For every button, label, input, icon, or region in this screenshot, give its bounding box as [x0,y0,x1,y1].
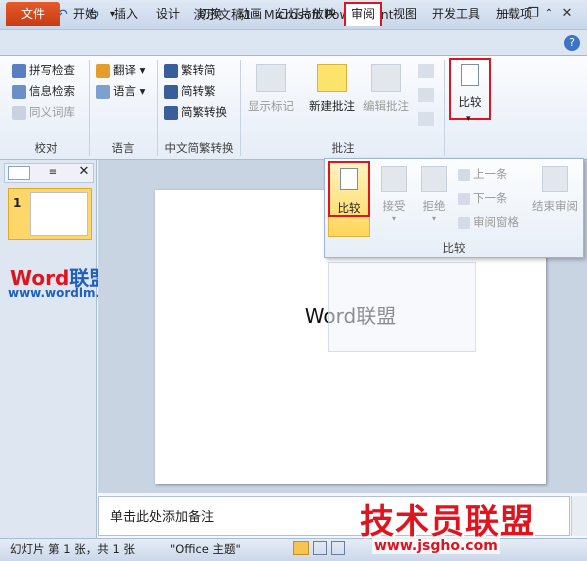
next-change-button[interactable]: 下一条 [458,188,508,208]
thesaurus-label: 同义词库 [29,105,75,119]
simp-to-trad-label: 简转繁 [181,84,216,98]
spell-check-label: 拼写检查 [29,63,75,77]
simp-to-trad-button[interactable]: 简转繁 [164,81,216,101]
show-markup-button[interactable]: 显示标记 [245,62,297,118]
chinese-conversion-label: 简繁转换 [181,105,227,119]
reject-icon [421,166,447,192]
end-review-icon [542,166,568,192]
compare-label: 比较 [458,95,482,109]
thesaurus-button[interactable]: 同义词库 [12,102,75,122]
simp-to-trad-icon [164,84,178,99]
reviewing-pane-label: 审阅窗格 [473,215,519,229]
translate-icon [96,63,110,78]
reviewing-pane-icon [458,216,470,229]
compare-dropdown-button[interactable]: 比较 [449,58,491,120]
tab-insert[interactable]: 插入 [109,3,143,25]
tab-addins[interactable]: 加载项 [492,3,536,25]
slide-number: 1 [13,196,22,210]
watermark-jsgho-url: www.jsgho.com [372,538,500,554]
previous-change-button[interactable]: 上一条 [458,164,508,184]
language-label: 语言 [113,84,136,98]
chinese-conversion-button[interactable]: 简繁转换 [164,102,227,122]
spell-check-button[interactable]: 拼写检查 [12,60,75,80]
tab-design[interactable]: 设计 [151,3,185,25]
new-comment-button[interactable]: 新建批注 [305,62,359,118]
next-comment-icon[interactable] [418,112,434,126]
edit-comment-button[interactable]: 编辑批注 [361,62,411,118]
tab-view[interactable]: 视图 [388,3,422,25]
group-label-comments: 批注 [331,141,355,155]
normal-view-icon[interactable] [293,541,309,555]
tab-animations[interactable]: 动画 [233,3,267,25]
accept-icon [381,166,407,192]
previous-change-icon [458,168,470,181]
close-button[interactable]: ✕ [556,5,578,23]
notes-scrollbar[interactable] [571,496,587,536]
slides-tab-icon[interactable] [8,166,30,180]
end-review-label: 结束审阅 [532,199,578,213]
accept-dropdown-icon: ▾ [391,214,396,223]
tab-review[interactable]: 审阅 [344,2,382,26]
watermark-jsgho-logo: 技术员联盟 [360,502,535,542]
slide-sorter-view-icon[interactable] [313,541,327,555]
next-change-label: 下一条 [473,191,508,205]
tab-transitions[interactable]: 切换 [193,3,227,25]
spell-check-icon [12,63,26,78]
status-theme[interactable]: "Office 主题" [170,541,241,557]
edit-comment-icon [371,64,401,92]
reject-dropdown-icon: ▾ [431,214,436,223]
reject-button[interactable]: 拒绝 ▾ [414,162,454,228]
trad-to-simp-icon [164,63,178,78]
new-comment-icon [317,64,347,92]
collapse-ribbon-icon[interactable]: ⌃ [542,3,556,25]
translate-button[interactable]: 翻译 ▾ [96,60,145,80]
notes-placeholder[interactable]: 单击此处添加备注 [110,506,214,525]
tab-developer[interactable]: 开发工具 [428,3,484,25]
ribbon-divider [240,60,241,156]
popup-group-label: 比较 [442,241,466,255]
show-markup-label: 显示标记 [248,99,294,113]
trad-to-simp-label: 繁转简 [181,63,216,77]
thesaurus-icon [12,105,26,120]
language-icon [96,84,110,99]
research-icon [12,84,26,99]
group-label-proofing: 校对 [34,141,58,155]
group-label-chinese: 中文简繁转换 [164,141,234,155]
ribbon-divider [444,60,445,156]
reject-label: 拒绝 [422,199,446,213]
group-label-language: 语言 [111,141,135,155]
help-icon[interactable]: ? [564,35,580,51]
tab-slideshow[interactable]: 幻灯片放映 [273,3,339,25]
ribbon-tab-bar [0,30,587,56]
trad-to-simp-button[interactable]: 繁转简 [164,60,216,80]
reading-view-icon[interactable] [331,541,345,555]
research-button[interactable]: 信息检索 [12,81,75,101]
close-pane-icon[interactable]: ✕ [76,164,92,180]
tab-home[interactable]: 开始 [68,3,102,25]
compare-dropdown-arrow-icon[interactable]: ▾ [466,114,471,124]
translate-label: 翻译 [113,63,136,77]
outline-tab-icon[interactable]: ≡ [40,166,66,180]
slide-thumbnail[interactable] [30,192,88,236]
comment-ghost-overlay [328,262,476,352]
tab-file[interactable]: 文件 [6,2,60,26]
previous-comment-icon[interactable] [418,88,434,102]
edit-comment-label: 编辑批注 [363,99,409,113]
accept-label: 接受 [382,199,406,213]
compare-icon [461,64,479,86]
chinese-conversion-icon [164,105,178,120]
new-comment-label: 新建批注 [309,99,355,113]
status-slide-info: 幻灯片 第 1 张，共 1 张 [10,542,135,556]
previous-change-label: 上一条 [473,167,508,181]
next-change-icon [458,192,470,205]
language-button[interactable]: 语言 ▾ [96,81,145,101]
end-review-button[interactable]: 结束审阅 [528,162,582,218]
show-markup-icon [256,64,286,92]
reviewing-pane-button[interactable]: 审阅窗格 [458,212,519,232]
delete-comment-icon[interactable] [418,64,434,78]
compare-highlight-box [328,161,370,217]
accept-button[interactable]: 接受 ▾ [374,162,414,228]
research-label: 信息检索 [29,84,75,98]
